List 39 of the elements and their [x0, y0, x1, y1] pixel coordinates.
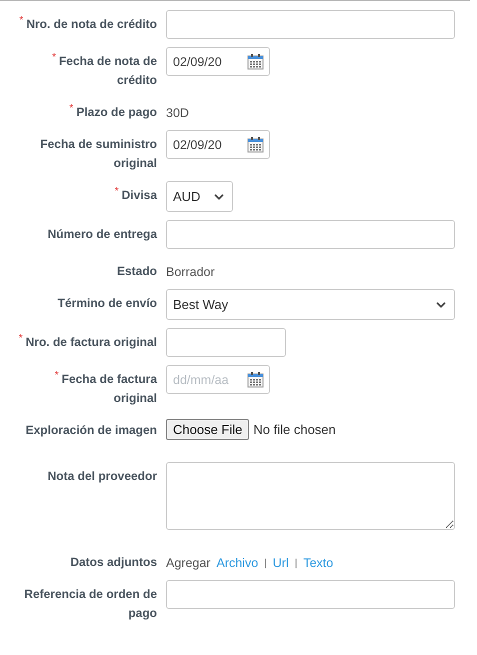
calendar-icon[interactable] — [247, 371, 264, 388]
date-field[interactable]: 02/09/20 — [166, 130, 270, 159]
field-label: Nro. de factura original — [26, 335, 157, 349]
field-label: Número de entrega — [48, 227, 157, 241]
separator: | — [294, 558, 298, 568]
calendar-icon[interactable] — [247, 136, 264, 153]
text-field[interactable] — [166, 10, 455, 39]
field-label: Término de envío — [58, 296, 157, 310]
text-field[interactable] — [166, 220, 455, 249]
text-field[interactable] — [166, 328, 286, 357]
calendar-icon[interactable] — [247, 53, 264, 70]
choose-file-button[interactable]: Choose File — [166, 419, 250, 440]
text-field[interactable] — [166, 580, 455, 609]
required-marker: * — [69, 103, 74, 114]
field-label: Estado — [116, 264, 157, 278]
field-value: Borrador — [166, 264, 215, 281]
select-field[interactable]: AUD — [166, 181, 233, 212]
field-label: Fecha de suministro original — [40, 137, 157, 170]
field-label: Exploración de imagen — [26, 423, 157, 437]
separator: | — [264, 558, 267, 568]
file-status: No file chosen — [253, 422, 336, 437]
field-label: Datos adjuntos — [70, 555, 157, 569]
add-label: Agregar — [166, 556, 210, 570]
required-marker: * — [52, 52, 56, 63]
required-marker: * — [54, 370, 59, 381]
field-label: Referencia de orden de pago — [24, 587, 157, 620]
field-label: Plazo de pago — [76, 105, 157, 119]
field-label: Divisa — [122, 188, 157, 202]
required-marker: * — [114, 186, 119, 197]
date-field[interactable]: 02/09/20 — [166, 47, 270, 76]
note-field[interactable] — [166, 462, 455, 530]
field-label: Nro. de nota de crédito — [26, 17, 157, 31]
field-label: Nota del proveedor — [48, 469, 157, 483]
field-label: Fecha de factura original — [62, 372, 157, 405]
select-field[interactable]: Best Way — [166, 289, 455, 320]
field-value: 30D — [166, 105, 189, 122]
field-label: Fecha de nota de crédito — [58, 54, 157, 87]
required-marker: * — [19, 15, 24, 26]
required-marker: * — [18, 333, 23, 344]
